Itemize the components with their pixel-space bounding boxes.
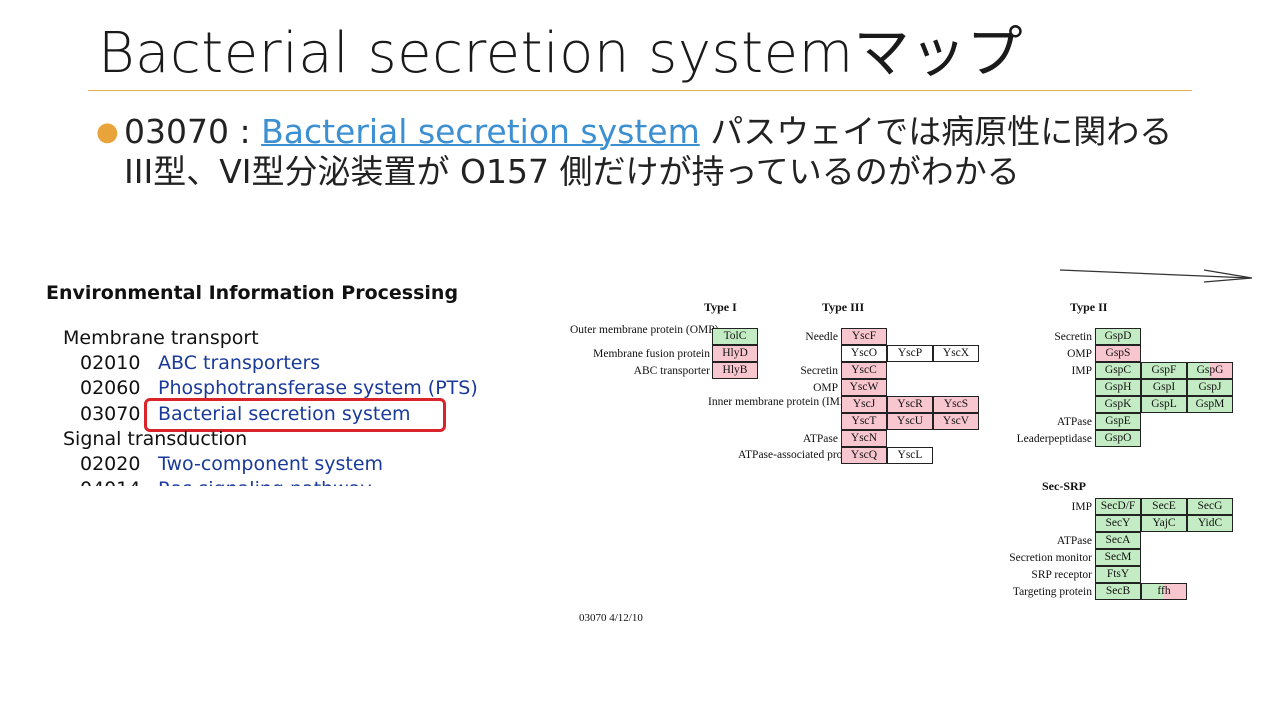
gene-box[interactable]: SecM [1095, 549, 1141, 566]
gene-box[interactable]: GspD [1095, 328, 1141, 345]
type3-label: ATPase [802, 433, 838, 445]
gene-box[interactable]: YscW [841, 379, 887, 396]
gene-box[interactable]: YscF [841, 328, 887, 345]
type2-label: Leaderpeptidase [1016, 433, 1092, 445]
type2-header: Type II [1070, 300, 1108, 314]
gene-box[interactable]: GspG [1187, 362, 1233, 379]
gene-box[interactable]: ffh [1141, 583, 1187, 600]
gene-box[interactable]: GspE [1095, 413, 1141, 430]
bullet-prefix: 03070 : [124, 112, 262, 151]
type3-label: OMP [813, 382, 838, 394]
gene-box[interactable]: YscN [841, 430, 887, 447]
type1-label: Membrane fusion protein [593, 348, 710, 360]
gene-box[interactable]: GspK [1095, 396, 1141, 413]
gene-box[interactable]: SecA [1095, 532, 1141, 549]
map-arrow-icon [1059, 269, 1253, 283]
bullet-dot-icon: ● [96, 117, 119, 147]
gene-box[interactable]: GspS [1095, 345, 1141, 362]
secsrp-header: Sec-SRP [1042, 479, 1086, 493]
gene-box[interactable]: YscO [841, 345, 887, 362]
secsrp-label: Targeting protein [1012, 586, 1092, 598]
gene-box[interactable]: SecY [1095, 515, 1141, 532]
secsrp-label: Secretion monitor [1009, 552, 1092, 564]
type2-label: IMP [1071, 365, 1092, 377]
gene-box[interactable]: YscL [887, 447, 933, 464]
gene-box[interactable]: GspH [1095, 379, 1141, 396]
slide-title: Bacterial secretion systemマップ [98, 21, 1024, 86]
gene-box[interactable]: GspF [1141, 362, 1187, 379]
gene-box[interactable]: YscX [933, 345, 979, 362]
gene-box[interactable]: HlyD [712, 345, 758, 362]
type1-label: ABC transporter [633, 365, 710, 377]
secsrp-label: ATPase [1056, 535, 1092, 547]
type1-header: Type I [704, 300, 737, 314]
secretion-pathway-map: Type I Outer membrane protein (OMP) Memb… [560, 260, 1280, 640]
gene-box[interactable]: GspM [1187, 396, 1233, 413]
gene-box[interactable]: GspJ [1187, 379, 1233, 396]
gene-box[interactable]: YscT [841, 413, 887, 430]
gene-box[interactable]: SecB [1095, 583, 1141, 600]
gene-box[interactable]: YidC [1187, 515, 1233, 532]
gene-box[interactable]: YscU [887, 413, 933, 430]
gene-box[interactable]: YscS [933, 396, 979, 413]
pathway-entry[interactable]: 04014Ras signaling pathway [80, 478, 372, 486]
gene-box[interactable]: YajC [1141, 515, 1187, 532]
gene-box[interactable]: SecG [1187, 498, 1233, 515]
secsrp-label: IMP [1071, 501, 1092, 513]
gene-box[interactable]: YscP [887, 345, 933, 362]
type3-header: Type III [822, 300, 865, 314]
gene-box[interactable]: YscV [933, 413, 979, 430]
gene-box[interactable]: GspI [1141, 379, 1187, 396]
pathway-entry[interactable]: 02020 Two-component system [80, 453, 383, 475]
map-version-label: 03070 4/12/10 [579, 612, 643, 624]
type3-label: Secretin [800, 365, 838, 377]
gene-box[interactable]: YscC [841, 362, 887, 379]
type1-label: Outer membrane protein (OMP) [570, 324, 719, 336]
pathway-entry[interactable]: 02060 Phosphotransferase system (PTS) [80, 377, 478, 399]
gene-box[interactable]: GspL [1141, 396, 1187, 413]
category-signal-transduction: Signal transduction [63, 428, 248, 450]
bacterial-secretion-link[interactable]: Bacterial secretion system [261, 112, 700, 151]
type3-label: Needle [805, 331, 838, 343]
gene-box[interactable]: YscQ [841, 447, 887, 464]
kegg-heading: Environmental Information Processing [46, 282, 459, 304]
type2-label: ATPase [1056, 416, 1092, 428]
gene-box[interactable]: FtsY [1095, 566, 1141, 583]
gene-box[interactable]: GspC [1095, 362, 1141, 379]
type3-label: Inner membrane protein (IMP) [708, 396, 851, 408]
type2-label: Secretin [1054, 331, 1092, 343]
selection-highlight-box [144, 398, 446, 432]
gene-box[interactable]: TolC [712, 328, 758, 345]
secsrp-label: SRP receptor [1031, 569, 1092, 581]
bullet-text: 03070 : Bacterial secretion system パスウェイ… [124, 112, 1186, 192]
gene-box[interactable]: SecE [1141, 498, 1187, 515]
kegg-pathway-list: Environmental Information Processing Mem… [46, 280, 526, 486]
gene-box[interactable]: HlyB [712, 362, 758, 379]
category-membrane-transport: Membrane transport [63, 327, 259, 349]
type3-label: ATPase-associated protein [738, 449, 860, 461]
gene-box[interactable]: YscR [887, 396, 933, 413]
pathway-entry[interactable]: 02010 ABC transporters [80, 352, 320, 374]
type2-label: OMP [1067, 348, 1092, 360]
gene-box[interactable]: YscJ [841, 396, 887, 413]
gene-box[interactable]: SecD/F [1095, 498, 1141, 515]
gene-box[interactable]: GspO [1095, 430, 1141, 447]
title-divider [88, 90, 1192, 91]
